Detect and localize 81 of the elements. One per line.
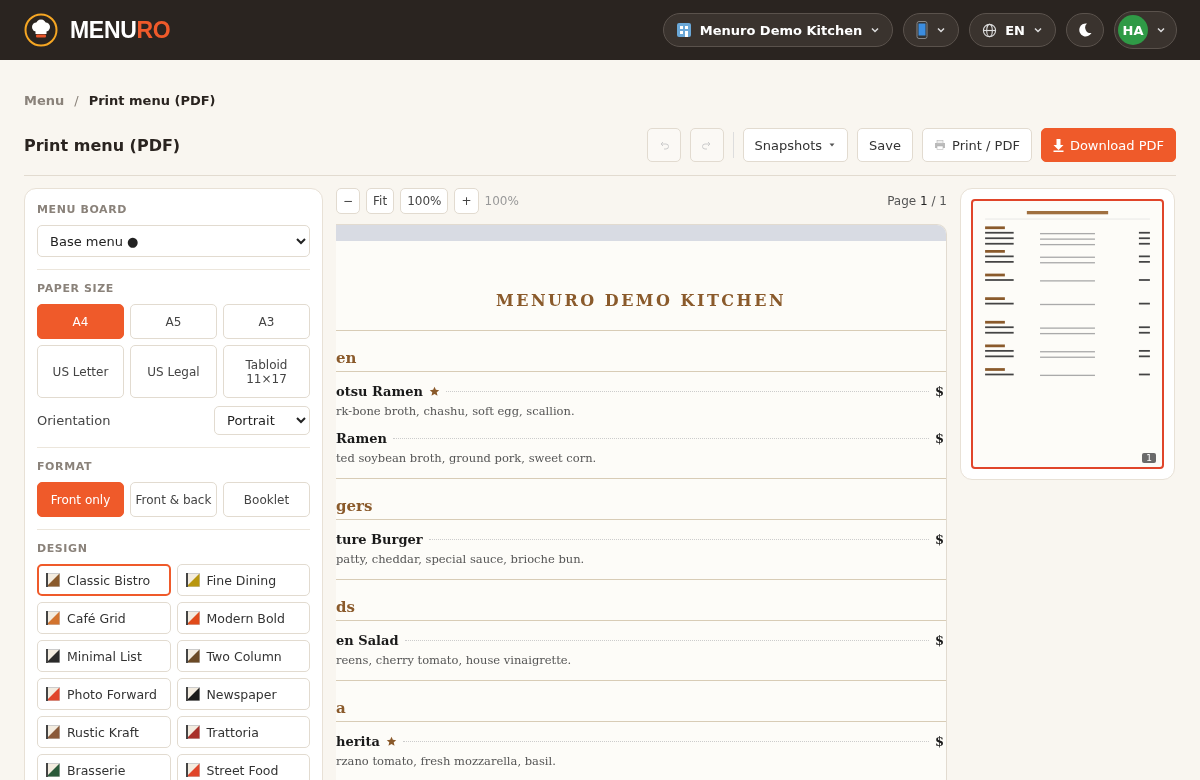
printer-icon bbox=[934, 140, 946, 150]
design-option[interactable]: Fine Dining bbox=[176, 564, 310, 596]
caret-icon bbox=[828, 141, 837, 149]
design-option[interactable]: Brasserie bbox=[37, 754, 171, 780]
globe-icon bbox=[982, 22, 998, 38]
menu-item-name: Ramen bbox=[336, 431, 387, 446]
menu-section-heading: a bbox=[336, 680, 946, 722]
page-number-badge: 1 bbox=[1142, 453, 1156, 463]
menu-item-name: en Salad bbox=[336, 633, 399, 648]
redo-icon bbox=[700, 139, 713, 151]
design-option[interactable]: Photo Forward bbox=[37, 678, 171, 710]
orientation-select[interactable]: Portrait bbox=[214, 406, 310, 435]
paper-size-option[interactable]: A5 bbox=[130, 304, 217, 339]
fit-button[interactable]: Fit bbox=[366, 188, 395, 214]
design-option[interactable]: Rustic Kraft bbox=[37, 716, 171, 748]
menu-item-description: rk-bone broth, chashu, soft egg, scallion. bbox=[336, 404, 576, 418]
user-avatar: HA bbox=[1118, 15, 1148, 45]
zoom-in-button[interactable]: + bbox=[454, 188, 479, 214]
menu-item-description: rzano tomato, fresh mozzarella, basil. bbox=[336, 754, 557, 768]
menu-item-price: $ bbox=[934, 532, 944, 547]
design-option[interactable]: Café Grid bbox=[37, 602, 171, 634]
menu-item-description: ted soybean broth, ground pork, sweet corn. bbox=[336, 451, 598, 465]
section-label: MENU BOARD bbox=[37, 203, 128, 216]
paper-size-option[interactable]: US Legal bbox=[130, 345, 217, 398]
print-button[interactable]: Print / PDF bbox=[922, 128, 1032, 162]
design-option[interactable]: Newspaper bbox=[176, 678, 310, 710]
paper-size-option[interactable]: A3 bbox=[223, 304, 310, 339]
page-thumbnail[interactable]: 1 bbox=[971, 199, 1164, 469]
chevron-down-icon bbox=[1033, 25, 1043, 35]
menu-board-select[interactable]: Base menu ● bbox=[37, 225, 310, 257]
design-option[interactable]: Two Column bbox=[176, 640, 310, 672]
section-label: FORMAT bbox=[37, 460, 94, 473]
download-icon bbox=[1052, 138, 1064, 152]
breadcrumb-separator: / bbox=[74, 92, 79, 108]
menu-section-heading: ds bbox=[336, 579, 946, 621]
paper-size-option[interactable]: Tabloid 11×17 bbox=[223, 345, 310, 398]
chevron-down-icon bbox=[936, 25, 947, 35]
page-indicator: Page 1 / 1 bbox=[887, 194, 947, 208]
menu-item-price: $ bbox=[934, 431, 944, 446]
menu-item-description: patty, cheddar, special sauce, brioche bun. bbox=[336, 552, 586, 566]
user-menu[interactable]: HA bbox=[1114, 11, 1177, 49]
snapshots-dropdown[interactable]: Snapshots bbox=[742, 128, 849, 162]
breadcrumb-item[interactable]: Menu bbox=[24, 92, 65, 108]
menu-section-heading: en bbox=[336, 330, 946, 372]
design-option[interactable]: Classic Bistro bbox=[37, 564, 171, 596]
design-option[interactable]: Minimal List bbox=[37, 640, 171, 672]
menu-item-price: $ bbox=[934, 633, 944, 648]
dark-mode-button[interactable] bbox=[1066, 13, 1104, 47]
format-option[interactable]: Booklet bbox=[223, 482, 310, 517]
menu-item-description: reens, cherry tomato, house vinaigrette. bbox=[336, 653, 573, 667]
restaurant-dropdown[interactable]: Menuro Demo Kitchen bbox=[662, 13, 894, 47]
section-label: DESIGN bbox=[37, 542, 89, 555]
moon-icon bbox=[1077, 22, 1093, 38]
menu-item-name: herita bbox=[336, 734, 380, 749]
save-button[interactable]: Save bbox=[857, 128, 913, 162]
building-icon bbox=[675, 22, 692, 38]
menu-item-price: $ bbox=[934, 734, 944, 749]
orientation-label: Orientation bbox=[37, 413, 111, 428]
page-title: Print menu (PDF) bbox=[24, 135, 181, 155]
breadcrumb-item: Print menu (PDF) bbox=[88, 92, 216, 108]
paper-size-option[interactable]: US Letter bbox=[37, 345, 124, 398]
brand-name: MENURO bbox=[70, 16, 171, 44]
phone-icon bbox=[916, 21, 929, 39]
device-dropdown[interactable] bbox=[903, 13, 960, 47]
chef-hat-logo-icon bbox=[24, 13, 58, 47]
chevron-down-icon bbox=[870, 25, 881, 35]
format-option[interactable]: Front & back bbox=[130, 482, 217, 517]
language-dropdown[interactable]: EN bbox=[969, 13, 1056, 47]
menu-item-price: $ bbox=[934, 384, 944, 399]
menu-item-name: ture Burger bbox=[336, 532, 423, 547]
chevron-down-icon bbox=[1156, 25, 1166, 35]
design-option[interactable]: Trattoria bbox=[176, 716, 310, 748]
zoom-level: 100% bbox=[484, 194, 519, 208]
zoom-reset-button[interactable]: 100% bbox=[400, 188, 449, 214]
section-label: PAPER SIZE bbox=[37, 282, 115, 295]
design-option[interactable]: Street Food bbox=[176, 754, 310, 780]
zoom-out-button[interactable]: − bbox=[336, 188, 361, 214]
menu-section-heading: gers bbox=[336, 478, 946, 520]
menu-title: MENURO DEMO KITCHEN bbox=[494, 291, 787, 310]
menu-item-name: otsu Ramen bbox=[336, 384, 423, 399]
design-option[interactable]: Modern Bold bbox=[176, 602, 310, 634]
